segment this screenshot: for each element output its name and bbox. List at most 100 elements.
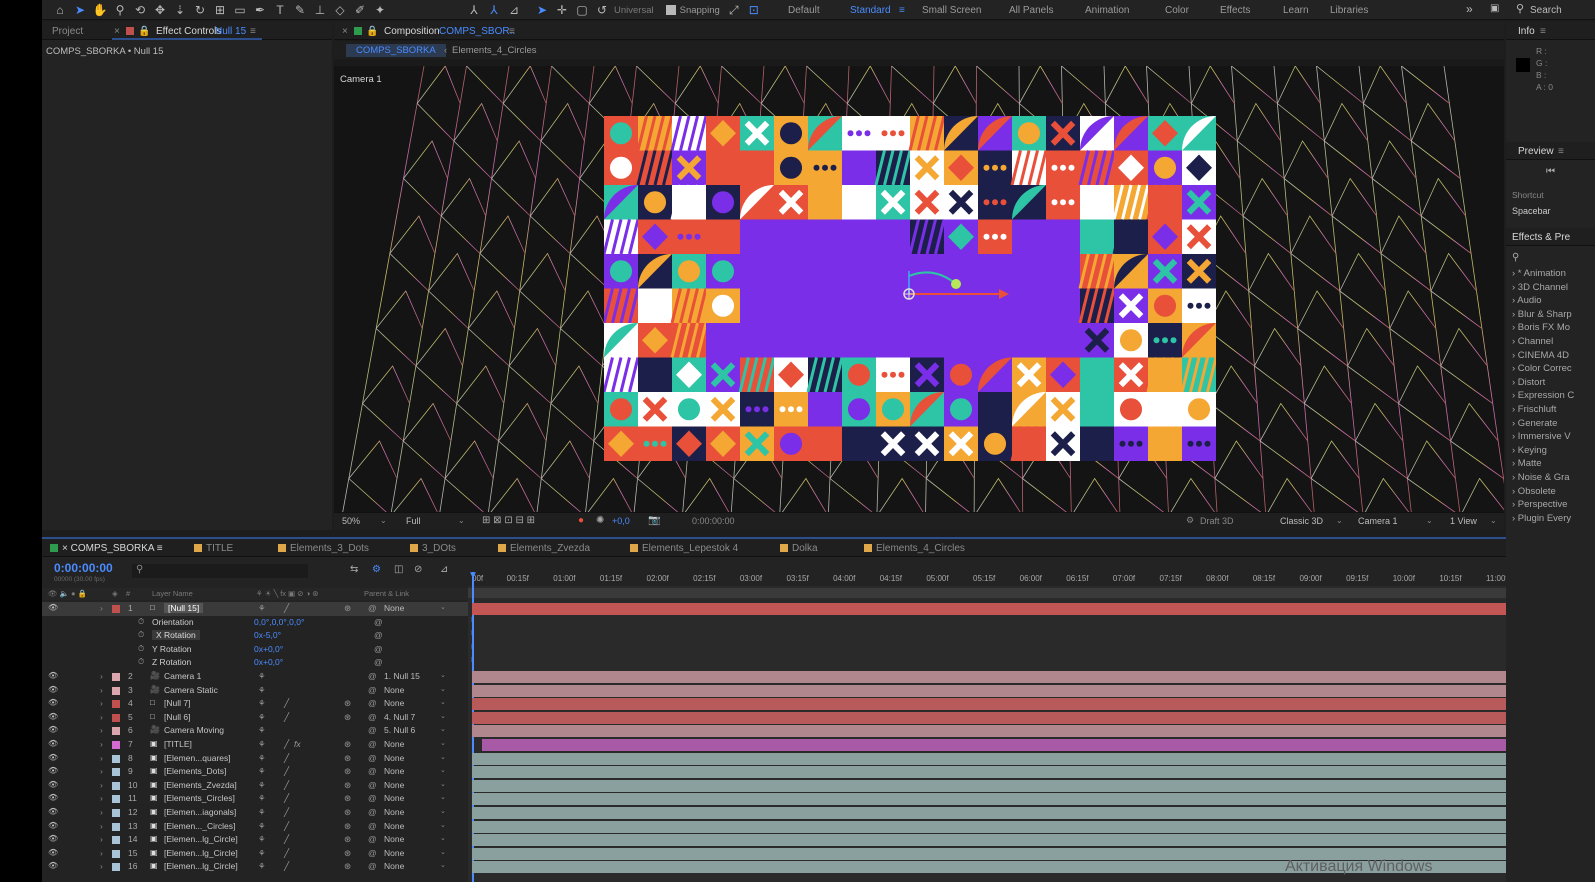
workspace-animation[interactable]: Animation — [1085, 5, 1129, 16]
workspace-effects[interactable]: Effects — [1220, 5, 1250, 16]
pan-camera-icon[interactable]: ✥ — [152, 2, 168, 18]
parent-chevron-icon[interactable]: ⌄ — [440, 739, 446, 747]
workspace-small-screen[interactable]: Small Screen — [922, 5, 981, 16]
parent-dropdown[interactable]: None — [384, 603, 404, 613]
parent-dropdown[interactable]: None — [384, 753, 404, 763]
layer-row[interactable]: 👁 › 14 ▣ [Elemen...lg_Circle] ⚘ ╱ ⊛ @ None ⌄ — [42, 833, 468, 847]
visibility-eye-icon[interactable]: 👁 — [48, 780, 58, 789]
layer-label-color[interactable] — [112, 781, 120, 790]
3d-layer-switch-icon[interactable]: ⊛ — [344, 712, 351, 723]
layer-name[interactable]: [Elemen...lg_Circle] — [164, 834, 238, 844]
layer-label-color[interactable] — [112, 795, 120, 804]
layer-label-color[interactable] — [112, 809, 120, 817]
shy-switch-icon[interactable]: ⚘ — [258, 685, 266, 696]
search-help-label[interactable]: Search — [1530, 5, 1562, 16]
expand-layer-icon[interactable]: › — [100, 848, 103, 858]
expression-pick-whip-icon[interactable]: @ — [374, 657, 383, 667]
parent-dropdown[interactable]: 4. Null 7 — [384, 712, 415, 722]
timeline-tab[interactable]: Dolka — [780, 543, 818, 554]
layer-row[interactable]: 👁 › 10 ▣ [Elements_Zvezda] ⚘ ╱ ⊛ @ None ⌄ — [42, 779, 468, 793]
effects-category[interactable]: › Distort — [1512, 377, 1545, 388]
visibility-eye-icon[interactable]: 👁 — [48, 603, 58, 612]
timeline-tab[interactable]: TITLE — [194, 543, 233, 554]
property-value[interactable]: 0,0°,0,0°,0,0° — [254, 617, 304, 627]
clone-stamp-icon[interactable]: ⊥ — [312, 2, 328, 18]
stopwatch-icon[interactable]: ⏱ — [138, 644, 144, 654]
layer-label-color[interactable] — [112, 768, 120, 777]
shy-switch-icon[interactable]: ⚘ — [258, 671, 266, 682]
shy-switch-icon[interactable]: ⚘ — [258, 780, 266, 791]
parent-dropdown[interactable]: None — [384, 698, 404, 708]
view-options-icons[interactable]: ⊞ ⊠ ⊡ ⊟ ⊞ — [482, 515, 535, 526]
shy-switch-icon[interactable]: ⚘ — [258, 739, 266, 750]
3d-layer-switch-icon[interactable]: ⊛ — [344, 793, 351, 804]
layer-label-color[interactable] — [112, 754, 120, 763]
pen-tool-icon[interactable]: ✒ — [252, 2, 268, 18]
zoom-chevron-icon[interactable]: ⌄ — [380, 516, 387, 525]
stopwatch-icon[interactable]: ⏱ — [138, 657, 144, 667]
layer-duration-bar[interactable] — [472, 807, 1506, 819]
layer-duration-bar[interactable] — [472, 793, 1506, 806]
quality-switch-icon[interactable]: ╱ — [284, 753, 289, 764]
shy-switch-icon[interactable]: ⚘ — [258, 834, 266, 845]
pick-whip-icon[interactable]: @ — [368, 712, 377, 722]
layer-row[interactable]: 👁 › 15 ▣ [Elemen...lg_Circle] ⚘ ╱ ⊛ @ None ⌄ — [42, 847, 468, 861]
tab-info[interactable]: Info — [1518, 26, 1535, 37]
rotate-tool-icon[interactable]: ↻ — [192, 2, 208, 18]
property-value[interactable]: 0x-5,0° — [254, 630, 281, 640]
subtab-comps-sborka[interactable]: COMPS_SBORKA — [346, 44, 446, 57]
parent-dropdown[interactable]: None — [384, 807, 404, 817]
effects-category[interactable]: › Color Correc — [1512, 363, 1572, 374]
workspace-learn[interactable]: Learn — [1283, 5, 1309, 16]
layer-name[interactable]: [Elemen..._Circles] — [164, 821, 235, 831]
stopwatch-icon[interactable]: ⏱ — [138, 617, 144, 627]
pick-whip-icon[interactable]: @ — [368, 766, 377, 776]
keyframe-marker[interactable]: I — [471, 630, 473, 637]
expand-layer-icon[interactable]: › — [100, 671, 103, 681]
timeline-tab[interactable]: Elements_Lepestok 4 — [630, 543, 738, 554]
parent-chevron-icon[interactable]: ⌄ — [440, 807, 446, 815]
expand-layer-icon[interactable]: › — [100, 793, 103, 803]
visibility-eye-icon[interactable]: 👁 — [48, 685, 58, 694]
layer-label-color[interactable] — [112, 836, 120, 845]
color-picker-icon[interactable]: ● — [578, 515, 584, 526]
quality-switch-icon[interactable]: ╱ — [284, 821, 289, 832]
snapping-checkbox[interactable] — [665, 5, 676, 15]
parent-dropdown[interactable]: 1. Null 15 — [384, 671, 420, 681]
effects-category[interactable]: › Audio — [1512, 295, 1542, 306]
effects-category[interactable]: › Immersive V — [1512, 431, 1571, 442]
quality-switch-icon[interactable]: ╱ — [284, 766, 289, 777]
preview-menu-icon[interactable]: ≡ — [1558, 146, 1564, 157]
timeline-tab[interactable]: Elements_4_Circles — [864, 543, 965, 554]
layer-label-color[interactable] — [112, 741, 120, 749]
selection-tool-icon[interactable]: ➤ — [72, 2, 88, 18]
effects-category[interactable]: › Channel — [1512, 336, 1553, 347]
workspace-menu-icon[interactable]: ≡ — [899, 5, 905, 16]
quality-switch-icon[interactable]: ╱ — [284, 807, 289, 818]
parent-chevron-icon[interactable]: ⌄ — [440, 793, 446, 801]
visibility-eye-icon[interactable]: 👁 — [48, 807, 58, 816]
effects-category[interactable]: › Noise & Gra — [1512, 472, 1570, 483]
world-axis-icon[interactable]: ⅄ — [486, 2, 502, 18]
pick-whip-icon[interactable]: @ — [368, 780, 377, 790]
layer-row[interactable]: 👁 › 16 ▣ [Elemen...lg_Circle] ⚘ ╱ ⊛ @ None ⌄ — [42, 860, 468, 874]
visibility-eye-icon[interactable]: 👁 — [48, 793, 58, 802]
expand-layer-icon[interactable]: › — [100, 685, 103, 695]
3d-layer-switch-icon[interactable]: ⊛ — [344, 766, 351, 777]
visibility-eye-icon[interactable]: 👁 — [48, 725, 58, 734]
expand-layer-icon[interactable]: › — [100, 861, 103, 871]
shy-switch-icon[interactable]: ⚘ — [258, 753, 266, 764]
quality-switch-icon[interactable]: ╱ — [284, 834, 289, 845]
pick-whip-icon[interactable]: @ — [368, 807, 377, 817]
effects-category[interactable]: › 3D Channel — [1512, 282, 1568, 293]
layer-label-color[interactable] — [112, 727, 120, 736]
frame-blending-icon[interactable]: ⊘ — [414, 564, 422, 575]
3d-layer-switch-icon[interactable]: ⊛ — [344, 861, 351, 872]
pan-behind-icon[interactable]: ⊞ — [212, 2, 228, 18]
keyframe-marker[interactable]: I — [471, 644, 473, 651]
layer-name[interactable]: [Null 6] — [164, 712, 190, 722]
pick-whip-icon[interactable]: @ — [368, 861, 377, 871]
effects-category[interactable]: › Keying — [1512, 445, 1547, 456]
property-value[interactable]: 0x+0,0° — [254, 657, 283, 667]
layer-name[interactable]: Camera Moving — [164, 725, 224, 735]
